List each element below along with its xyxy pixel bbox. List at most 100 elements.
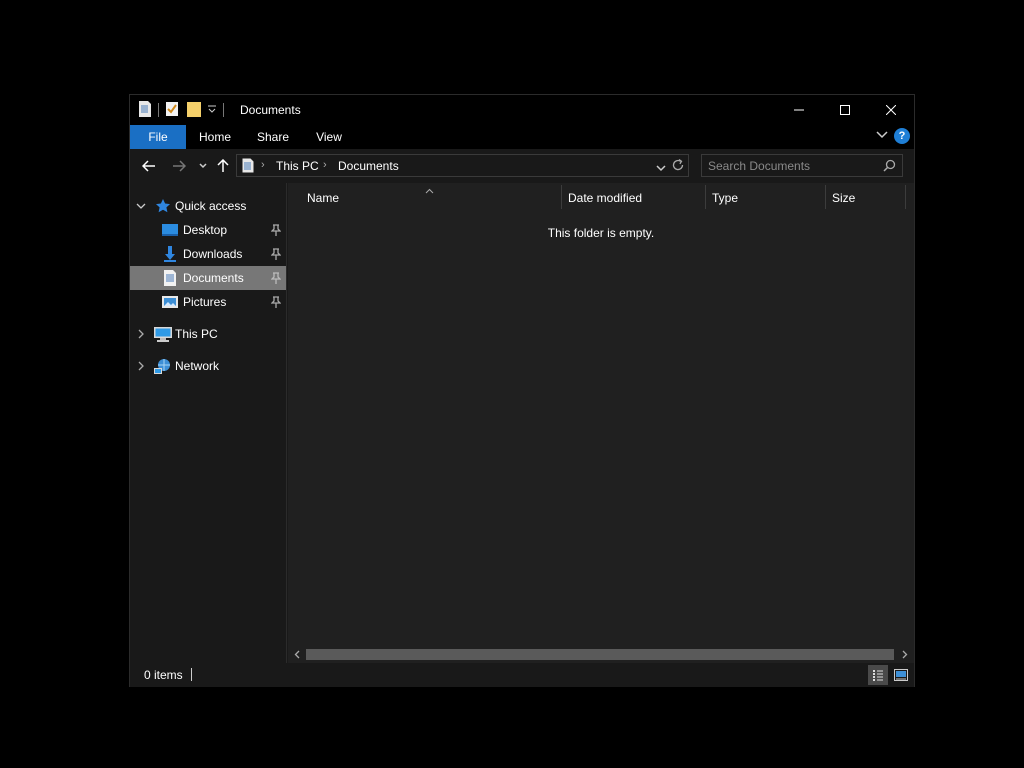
sidebar-item-label: Desktop — [183, 223, 228, 237]
help-button[interactable]: ? — [894, 128, 910, 144]
details-view-button[interactable] — [868, 665, 888, 685]
sidebar-item-pictures[interactable]: Pictures — [130, 290, 286, 314]
sidebar-item-this-pc[interactable]: This PC — [130, 322, 286, 346]
maximize-icon — [840, 105, 850, 115]
chevron-right-icon[interactable] — [136, 328, 146, 340]
maximize-button[interactable] — [822, 95, 868, 125]
sidebar-item-label: Pictures — [183, 295, 227, 309]
scroll-right-button[interactable] — [899, 648, 911, 660]
breadcrumb-separator: › — [261, 159, 265, 171]
horizontal-scrollbar[interactable] — [288, 646, 914, 663]
chevron-right-icon — [902, 650, 908, 658]
scroll-left-button[interactable] — [291, 648, 303, 660]
pin-icon — [270, 248, 282, 260]
close-button[interactable] — [868, 95, 914, 125]
sort-ascending-icon — [425, 183, 434, 197]
sidebar-item-label: Network — [175, 359, 220, 373]
toolbar-divider — [223, 103, 224, 117]
column-divider[interactable] — [561, 185, 562, 209]
refresh-button[interactable] — [671, 158, 685, 175]
document-icon — [138, 100, 152, 120]
arrow-left-icon — [142, 160, 155, 172]
refresh-icon — [672, 158, 684, 171]
pin-icon — [270, 272, 282, 284]
computer-icon — [154, 326, 172, 342]
search-input[interactable] — [708, 158, 878, 174]
empty-folder-message: This folder is empty. — [547, 226, 655, 240]
breadcrumb-documents[interactable]: Documents — [338, 159, 399, 173]
download-arrow-icon — [162, 246, 178, 262]
sidebar-item-documents[interactable]: Documents — [130, 266, 286, 290]
sidebar-item-downloads[interactable]: Downloads — [130, 242, 286, 266]
breadcrumb-this-pc[interactable]: This PC — [276, 159, 319, 173]
tab-view[interactable]: View — [306, 125, 352, 149]
column-header-date-modified[interactable]: Date modified — [568, 185, 642, 211]
column-divider[interactable] — [825, 185, 826, 209]
quick-access-toolbar — [138, 100, 230, 120]
desktop-folder-icon — [162, 222, 178, 238]
chevron-left-icon — [294, 650, 300, 658]
sidebar-item-quick-access[interactable]: Quick access — [130, 194, 286, 218]
search-icon — [883, 159, 896, 175]
status-divider — [191, 668, 192, 681]
star-icon — [155, 198, 171, 214]
sidebar-item-label: This PC — [175, 327, 218, 341]
recent-locations-button[interactable] — [194, 157, 212, 175]
minimize-button[interactable] — [776, 95, 822, 125]
breadcrumb-separator: › — [323, 159, 327, 171]
column-divider[interactable] — [705, 185, 706, 209]
pictures-icon — [162, 294, 178, 310]
sidebar-item-label: Documents — [183, 271, 244, 285]
arrow-up-icon — [217, 159, 229, 172]
address-history-button[interactable] — [656, 161, 666, 175]
toolbar-divider — [158, 103, 159, 117]
tab-file[interactable]: File — [130, 125, 186, 149]
properties-icon[interactable] — [165, 101, 179, 120]
ribbon-tabs: File Home Share View ? — [130, 125, 914, 149]
chevron-down-icon — [199, 163, 207, 169]
title-bar: Documents — [130, 95, 914, 125]
chevron-right-icon[interactable] — [136, 360, 146, 372]
item-count: 0 items — [144, 668, 183, 682]
sidebar-item-desktop[interactable]: Desktop — [130, 218, 286, 242]
navigation-pane: Quick access Desktop Downloads Documents… — [130, 183, 287, 663]
network-icon — [154, 358, 170, 374]
large-icons-view-icon — [894, 669, 908, 681]
window-title: Documents — [240, 103, 301, 117]
file-explorer-window: Documents File Home Share View ? › This … — [129, 94, 915, 687]
document-icon — [242, 158, 254, 176]
status-bar: 0 items — [130, 663, 914, 687]
chevron-down-icon — [876, 131, 888, 139]
pin-icon — [270, 224, 282, 236]
customize-toolbar-icon[interactable] — [207, 103, 217, 117]
expand-ribbon-button[interactable] — [876, 129, 888, 143]
file-list-pane[interactable]: Name Date modified Type Size This folder… — [288, 183, 914, 663]
arrow-right-icon — [173, 160, 186, 172]
column-header-size[interactable]: Size — [832, 185, 855, 211]
chevron-down-icon — [656, 165, 666, 172]
new-folder-icon[interactable] — [187, 101, 201, 120]
large-icons-view-button[interactable] — [891, 665, 911, 685]
navigation-bar: › This PC › Documents — [130, 149, 914, 183]
up-button[interactable] — [214, 157, 232, 175]
address-bar[interactable]: › This PC › Documents — [236, 154, 689, 177]
tab-home[interactable]: Home — [190, 125, 240, 149]
forward-button[interactable] — [170, 157, 188, 175]
ribbon-right-controls: ? — [876, 128, 910, 144]
details-view-icon — [873, 670, 883, 681]
sidebar-item-label: Quick access — [175, 199, 247, 213]
tab-share[interactable]: Share — [248, 125, 298, 149]
scrollbar-thumb[interactable] — [306, 649, 894, 660]
back-button[interactable] — [140, 157, 158, 175]
sidebar-item-label: Downloads — [183, 247, 243, 261]
sidebar-item-network[interactable]: Network — [130, 354, 286, 378]
pin-icon — [270, 296, 282, 308]
column-header-name[interactable]: Name — [307, 185, 339, 211]
search-box[interactable] — [701, 154, 903, 177]
column-divider[interactable] — [905, 185, 906, 209]
window-controls — [776, 95, 914, 125]
column-header-type[interactable]: Type — [712, 185, 738, 211]
chevron-down-icon[interactable] — [136, 200, 146, 212]
minimize-icon — [794, 109, 804, 111]
close-icon — [886, 105, 896, 115]
